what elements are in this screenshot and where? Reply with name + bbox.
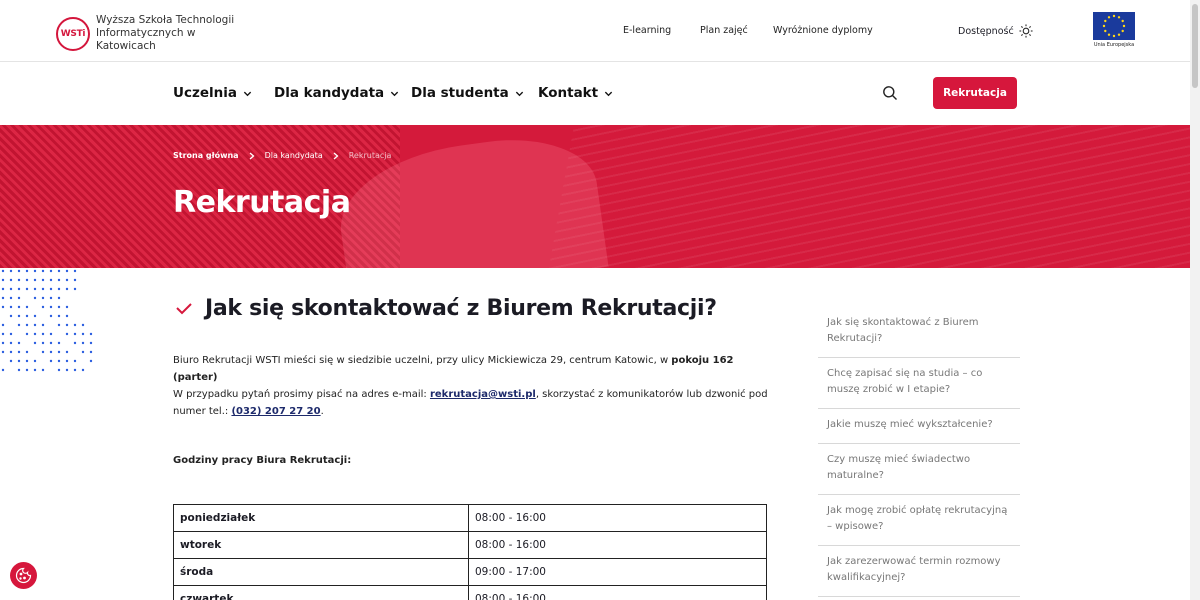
chevron-down-icon (515, 91, 523, 96)
sidebar-item-matura[interactable]: Czy muszę mieć świadectwo maturalne? (818, 444, 1020, 495)
logo-text: Wyższa Szkoła Technologii Informatycznyc… (96, 14, 235, 52)
email-link[interactable]: rekrutacja@wsti.pl (430, 389, 536, 400)
main-nav: Uczelnia Dla kandydata Dla studenta Kont… (0, 62, 1190, 124)
sidebar-item-kontakt[interactable]: Jak się skontaktować z Biurem Rekrutacji… (818, 307, 1020, 358)
nav-item-label: Uczelnia (173, 85, 237, 101)
nav-item-uczelnia[interactable]: Uczelnia (173, 85, 252, 101)
breadcrumb-dla-kandydata[interactable]: Dla kandydata (265, 151, 323, 160)
page-title: Rekrutacja (173, 185, 351, 220)
top-link-wyroznione-dyplomy[interactable]: Wyróżnione dyplomy (773, 25, 873, 36)
hero-banner: Strona główna Dla kandydata Rekrutacja R… (0, 125, 1190, 268)
table-row: czwartek 08:00 - 16:00 (173, 585, 767, 600)
faq-sidebar: Jak się skontaktować z Biurem Rekrutacji… (818, 307, 1020, 597)
top-bar: WSTi Wyższa Szkoła Technologii Informaty… (0, 0, 1190, 62)
chevron-down-icon (243, 91, 252, 96)
day-cell: środa (173, 558, 469, 586)
sun-icon (1019, 24, 1033, 38)
nav-item-label: Dla kandydata (274, 85, 385, 101)
rekrutacja-button[interactable]: Rekrutacja (933, 77, 1017, 109)
nav-item-dla-kandydata[interactable]: Dla kandydata (274, 85, 399, 101)
cookie-icon (15, 567, 32, 584)
table-row: poniedziałek 08:00 - 16:00 (173, 504, 767, 532)
day-cell: wtorek (173, 531, 469, 559)
section-heading-text: Jak się skontaktować z Biurem Rekrutacji… (205, 296, 717, 321)
chevron-down-icon (604, 91, 613, 96)
breadcrumb-current: Rekrutacja (348, 151, 392, 160)
office-hours-table: poniedziałek 08:00 - 16:00 wtorek 08:00 … (173, 504, 767, 600)
nav-item-label: Kontakt (538, 85, 599, 101)
accessibility-label: Dostępność (958, 25, 1014, 37)
nav-item-dla-studenta[interactable]: Dla studenta (411, 85, 524, 101)
time-cell: 08:00 - 16:00 (468, 504, 767, 532)
checkmark-icon (176, 302, 192, 314)
eu-flag-icon (1093, 12, 1135, 40)
chevron-right-icon (249, 152, 255, 159)
site-logo[interactable]: WSTi Wyższa Szkoła Technologii Informaty… (56, 14, 246, 53)
breadcrumb-home[interactable]: Strona główna (173, 151, 239, 160)
top-link-elearning[interactable]: E-learning (623, 25, 671, 36)
sidebar-item-wyksztalcenie[interactable]: Jakie muszę mieć wykształcenie? (818, 409, 1020, 444)
breadcrumb: Strona główna Dla kandydata Rekrutacja (173, 151, 391, 160)
chevron-down-icon (391, 91, 399, 96)
top-link-plan-zajec[interactable]: Plan zajęć (700, 25, 748, 36)
contact-text-end: . (320, 406, 324, 417)
hours-heading: Godziny pracy Biura Rekrutacji: (173, 455, 352, 466)
hero-paper-texture (542, 125, 1190, 268)
contact-text-a: W przypadku pytań prosimy pisać na adres… (173, 389, 430, 400)
accessibility-toggle[interactable]: Dostępność (958, 24, 1033, 38)
eu-badge: Unia Europejska (1093, 12, 1135, 48)
sidebar-item-oplata[interactable]: Jak mogę zrobić opłatę rekrutacyjną – wp… (818, 495, 1020, 546)
cookie-settings-button[interactable] (10, 562, 37, 589)
table-row: wtorek 08:00 - 16:00 (173, 531, 767, 559)
section-heading: Jak się skontaktować z Biurem Rekrutacji… (175, 296, 717, 321)
chevron-right-icon (333, 152, 339, 159)
time-cell: 08:00 - 16:00 (468, 531, 767, 559)
search-icon[interactable] (882, 85, 898, 101)
scrollbar-thumb[interactable] (1192, 4, 1198, 88)
contact-paragraph: W przypadku pytań prosimy pisać na adres… (173, 386, 773, 420)
dot-pattern-decoration (1, 269, 93, 372)
phone-link[interactable]: (032) 207 27 20 (231, 406, 320, 417)
logo-mark: WSTi (56, 16, 90, 51)
sidebar-item-rozmowa[interactable]: Jak zarezerwować termin rozmowy kwalifik… (818, 546, 1020, 597)
nav-item-label: Dla studenta (411, 85, 509, 101)
nav-item-kontakt[interactable]: Kontakt (538, 85, 613, 101)
office-location-text: Biuro Rekrutacji WSTI mieści się w siedz… (173, 355, 672, 366)
day-cell: czwartek (173, 585, 469, 600)
scrollbar[interactable] (1190, 0, 1200, 600)
time-cell: 09:00 - 17:00 (468, 558, 767, 586)
eu-label: Unia Europejska (1093, 42, 1135, 48)
sidebar-item-zapis[interactable]: Chcę zapisać się na studia – co muszę zr… (818, 358, 1020, 409)
table-row: środa 09:00 - 17:00 (173, 558, 767, 586)
time-cell: 08:00 - 16:00 (468, 585, 767, 600)
day-cell: poniedziałek (173, 504, 469, 532)
office-location-paragraph: Biuro Rekrutacji WSTI mieści się w siedz… (173, 352, 773, 386)
